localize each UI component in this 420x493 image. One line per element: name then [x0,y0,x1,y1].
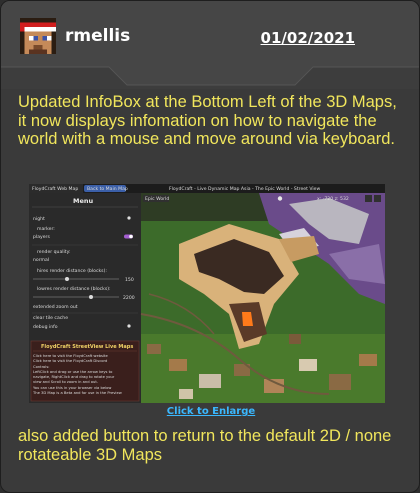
shot-infobox-line3: Controls: [33,365,50,369]
post-paragraph-2: also added button to return to the defau… [18,427,392,464]
shot-row-debug: debug info [33,324,58,330]
shot-row-render-quality: render quality: [37,249,71,255]
shot-row-normal: normal [33,257,49,263]
post-header: rmellis 01/02/2021 [1,1,419,89]
shot-infobox-title: FloydCraft StreetView Live Maps [41,344,133,350]
map-screenshot-image[interactable]: FloydCraft Web Map Back to Main Map Floy… [29,184,385,403]
avatar[interactable] [20,18,56,54]
username[interactable]: rmellis [65,26,130,46]
shot-infobox-line5: navigate, RightClick and drag to rotate … [33,375,115,379]
map-screenshot-svg: FloydCraft Web Map Back to Main Map Floy… [29,184,385,403]
post-card: rmellis 01/02/2021 Updated InfoBox at th… [0,0,420,493]
shot-infobox-line4: LeftClick and drag or use the arrow keys… [33,370,113,374]
shot-lowres-value: 2200 [123,295,135,301]
shot-row-clear-cache: clear tile cache [33,315,68,321]
post-paragraph-1: Updated InfoBox at the Bottom Left of th… [18,93,397,148]
shot-coords: x: -720 z: 532 [317,196,349,202]
shot-back-button[interactable]: Back to Main Map [87,186,128,192]
shot-infobox-line6: view and Scroll to zoom in and out. [33,380,98,384]
shot-infobox-line1: Click here to visit the FloydCraft websi… [33,354,108,358]
shot-window-title: FloydCraft - Live Dynamic Map Asia - The… [169,186,320,192]
shot-hires-value: 150 [125,277,134,283]
shot-world-view[interactable]: Epic World x: -720 z: 532 [140,193,385,403]
shot-row-night: night [33,216,45,222]
shot-infobox-line2: Click here to visit the FloydCraft Disco… [33,359,107,363]
shot-infobox-line7: You can use this in your browser via bel… [33,386,111,390]
shot-row-marker: marker: [37,226,55,232]
enlarge-link[interactable]: Click to Enlarge [1,406,419,417]
shot-menu-title: Menu [73,197,94,205]
post-date[interactable]: 01/02/2021 [261,29,355,47]
header-tab-shape [1,1,419,86]
shot-tab-left: FloydCraft Web Map [32,186,78,192]
shot-row-extended-zoom: extended zoom out [33,304,78,310]
shot-row-lowres: lowres render distance (blocks): [37,286,111,292]
shot-world-label[interactable]: Epic World [145,196,169,202]
shot-row-players: players [33,234,50,240]
shot-infobox-line8: The 3D Map is a Beta and for use in the … [32,391,122,395]
shot-row-hires: hires render distance (blocks): [37,268,107,274]
